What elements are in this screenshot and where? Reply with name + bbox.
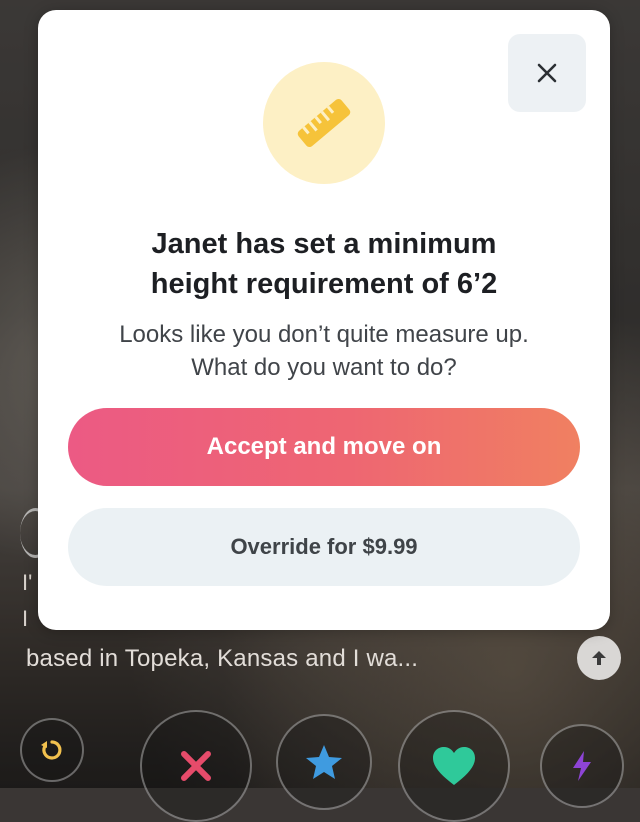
boost-icon [573, 751, 591, 781]
arrow-up-icon [592, 651, 606, 665]
override-button[interactable]: Override for $9.99 [68, 508, 580, 586]
rewind-button[interactable] [20, 718, 84, 782]
nope-icon [181, 751, 211, 781]
dialog-title-line: Janet has set a minimum [151, 228, 497, 260]
dialog-subtitle-line: Looks like you don’t quite measure up. [119, 321, 529, 348]
dialog-subtitle: Looks like you don’t quite measure up. W… [38, 318, 610, 384]
close-button[interactable] [508, 34, 586, 112]
dialog-title-line: height requirement of 6’2 [150, 268, 498, 300]
ruler-icon [297, 98, 351, 148]
super-like-button[interactable] [276, 714, 372, 810]
rewind-icon [41, 740, 62, 760]
dialog-subtitle-line: What do you want to do? [191, 354, 457, 381]
boost-button[interactable] [540, 724, 624, 808]
like-button[interactable] [398, 710, 510, 822]
ruler-badge [263, 62, 385, 184]
bio-fragment: I [22, 606, 29, 631]
close-icon [537, 63, 557, 83]
height-requirement-dialog: Janet has set a minimum height requireme… [38, 10, 610, 630]
nope-button[interactable] [140, 710, 252, 822]
bio-fragment: I' [22, 570, 33, 595]
dialog-title: Janet has set a minimum height requireme… [38, 224, 610, 304]
expand-profile-button[interactable] [577, 636, 621, 680]
accept-button[interactable]: Accept and move on [68, 408, 580, 486]
profile-bio: based in Topeka, Kansas and I wa... [26, 645, 419, 672]
like-icon [433, 747, 475, 785]
action-bar [0, 700, 640, 822]
super-like-icon [306, 745, 342, 779]
